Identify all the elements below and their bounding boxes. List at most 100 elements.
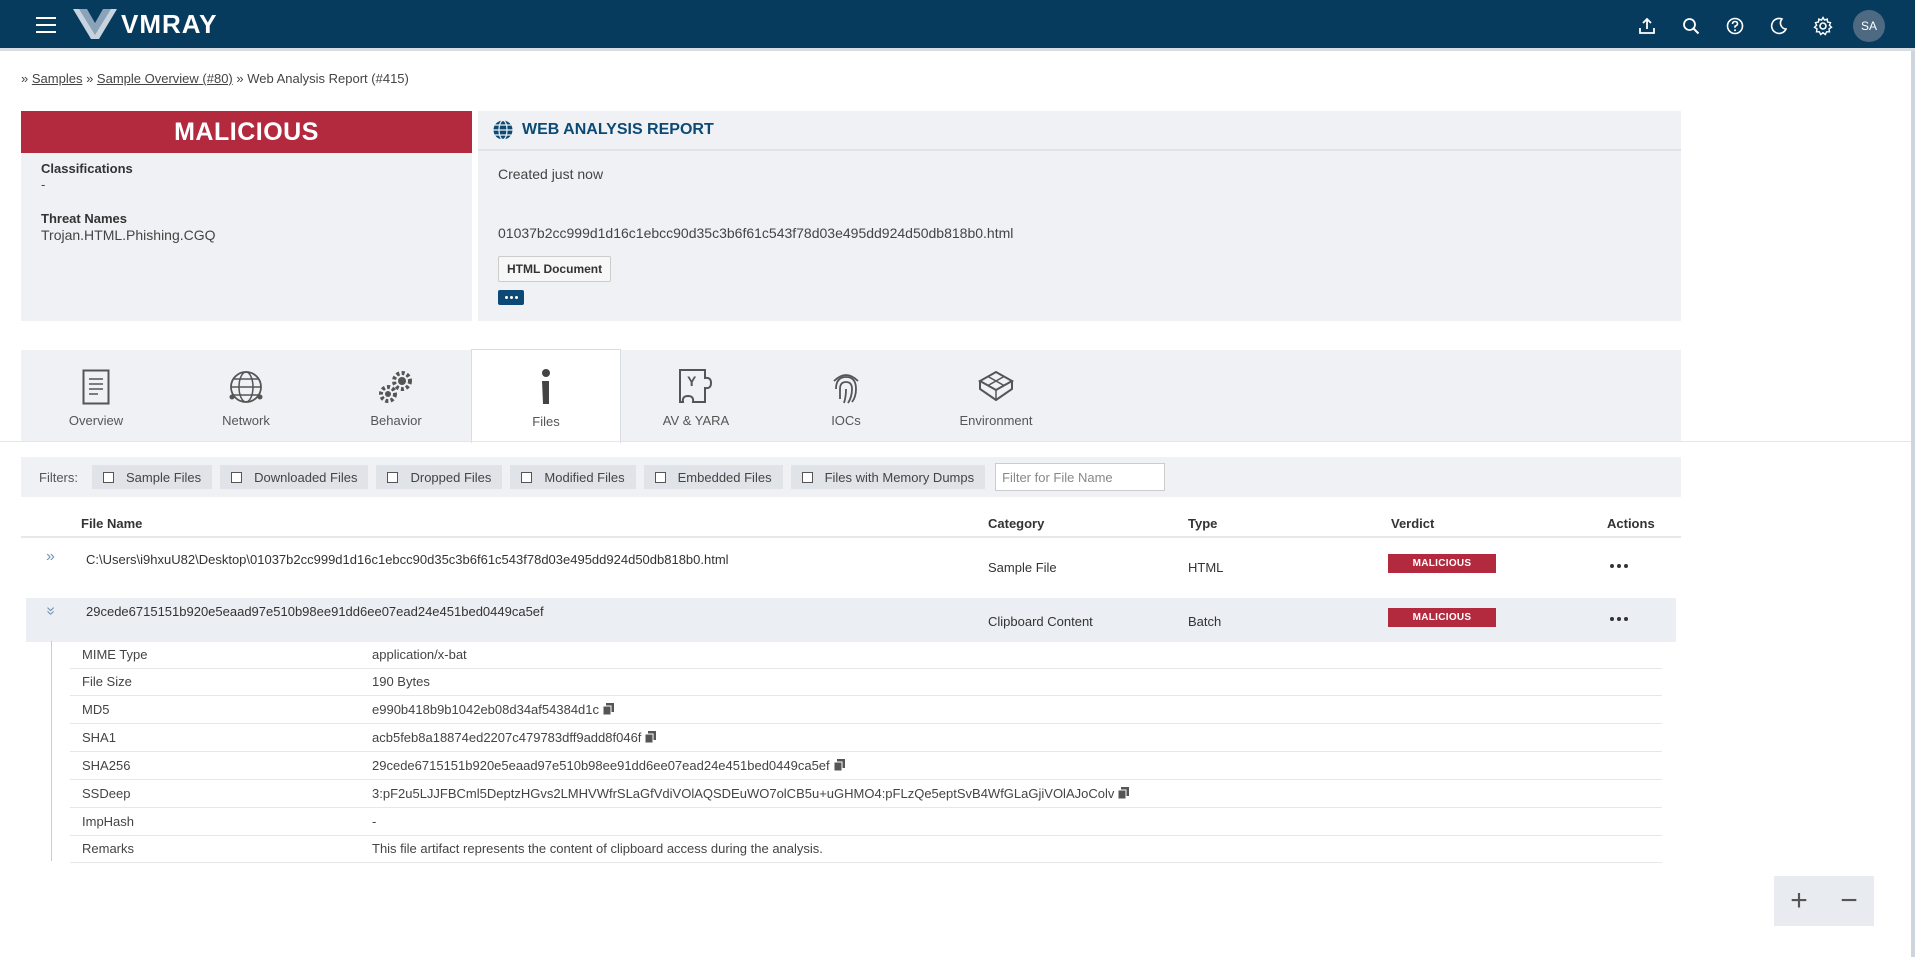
breadcrumb-current: Web Analysis Report (#415) xyxy=(247,71,409,86)
detail-value-wrap: e990b418b9b1042eb08d34af54384d1c xyxy=(372,702,615,717)
logo-text: VMRAY xyxy=(121,8,218,39)
copy-icon[interactable] xyxy=(1118,787,1130,799)
detail-value: acb5feb8a18874ed2207c479783dff9add8f046f xyxy=(372,730,642,745)
detail-value: e990b418b9b1042eb08d34af54384d1c xyxy=(372,702,600,717)
type-cell: HTML xyxy=(1188,560,1224,575)
checkbox[interactable] xyxy=(654,471,666,483)
checkbox[interactable] xyxy=(103,471,114,483)
classifications-value: - xyxy=(41,177,46,192)
detail-value-wrap: acb5feb8a18874ed2207c479783dff9add8f046f xyxy=(372,730,657,745)
expand-row-icon[interactable]: » xyxy=(46,548,55,566)
menu-icon[interactable] xyxy=(36,17,56,33)
svg-text:Y: Y xyxy=(687,373,697,389)
checkbox[interactable] xyxy=(521,471,533,483)
detail-row-remarks: Remarks This file artifact represents th… xyxy=(70,835,1662,863)
verdict-badge: MALICIOUS xyxy=(1388,554,1496,573)
user-avatar[interactable]: SA xyxy=(1853,9,1885,42)
verdict-banner: MALICIOUS xyxy=(21,111,472,153)
filter-label: Files with Memory Dumps xyxy=(824,469,975,485)
tab-iocs[interactable]: IOCs xyxy=(771,350,921,442)
window-edge xyxy=(1911,51,1915,957)
breadcrumb-sample-overview-link[interactable]: Sample Overview (#80) xyxy=(97,71,233,86)
top-navigation-bar: VMRAY SA xyxy=(0,0,1915,51)
more-options-button[interactable] xyxy=(498,290,524,305)
tabs-divider xyxy=(0,441,1915,442)
column-header-type[interactable]: Type xyxy=(1188,516,1217,531)
detail-row-imphash: ImpHash - xyxy=(70,808,1662,836)
filter-embedded-files[interactable]: Embedded Files xyxy=(643,465,783,489)
column-header-category[interactable]: Category xyxy=(988,516,1044,531)
cube-icon xyxy=(977,370,1015,402)
detail-value-wrap: 29cede6715151b920e5eaad97e510b98ee91dd6e… xyxy=(372,758,845,773)
report-panel: WEB ANALYSIS REPORT Created just now 010… xyxy=(478,111,1681,321)
collapse-row-icon[interactable]: » xyxy=(41,607,59,616)
detail-value-wrap: 3:pF2u5LJJFBCml5DeptzHGvs2LMHVWfrSLaGfVd… xyxy=(372,786,1130,801)
detail-row-sha256: SHA256 29cede6715151b920e5eaad97e510b98e… xyxy=(70,752,1662,780)
column-header-file-name[interactable]: File Name xyxy=(81,516,142,531)
copy-icon[interactable] xyxy=(645,731,657,743)
filter-label: Sample Files xyxy=(126,469,202,485)
tab-environment[interactable]: Environment xyxy=(921,350,1071,442)
report-header: WEB ANALYSIS REPORT xyxy=(478,111,1681,151)
detail-label: File Size xyxy=(82,674,132,689)
tab-behavior[interactable]: Behavior xyxy=(321,350,471,442)
filter-downloaded-files[interactable]: Downloaded Files xyxy=(220,465,369,489)
file-name-filter-input[interactable] xyxy=(995,463,1166,491)
fingerprint-icon xyxy=(833,374,859,404)
checkbox[interactable] xyxy=(801,471,813,483)
row-actions-icon[interactable] xyxy=(1610,617,1628,621)
detail-row-mime-type: MIME Type application/x-bat xyxy=(70,641,1662,669)
copy-icon[interactable] xyxy=(603,703,615,715)
tab-label: Overview xyxy=(68,413,124,428)
dark-mode-icon[interactable] xyxy=(1757,4,1801,48)
detail-value: 29cede6715151b920e5eaad97e510b98ee91dd6e… xyxy=(372,758,830,773)
help-icon[interactable] xyxy=(1713,4,1757,48)
breadcrumb-samples-link[interactable]: Samples xyxy=(32,71,83,86)
filter-sample-files[interactable]: Sample Files xyxy=(92,465,213,489)
checkbox[interactable] xyxy=(387,471,399,483)
search-icon[interactable] xyxy=(1669,4,1713,48)
filters-label: Filters: xyxy=(39,469,78,485)
checkbox[interactable] xyxy=(231,471,243,483)
breadcrumb-separator: » xyxy=(21,71,29,86)
detail-row-sha1: SHA1 acb5feb8a18874ed2207c479783dff9add8… xyxy=(70,724,1662,752)
table-row-expanded[interactable]: » 29cede6715151b920e5eaad97e510b98ee91dd… xyxy=(26,598,1676,642)
zoom-in-button[interactable]: + xyxy=(1779,886,1819,916)
tab-label: IOCs xyxy=(831,413,861,428)
copy-icon[interactable] xyxy=(833,759,845,771)
vmray-logo[interactable]: VMRAY xyxy=(73,8,218,40)
tab-label: Files xyxy=(532,414,560,429)
vmray-logo-mark-icon xyxy=(73,9,117,39)
detail-value: - xyxy=(372,814,377,829)
document-icon xyxy=(82,369,110,405)
detail-label: ImpHash xyxy=(82,814,135,829)
tab-overview[interactable]: Overview xyxy=(21,350,171,442)
tab-files[interactable]: Files xyxy=(471,349,621,443)
category-cell: Sample File xyxy=(988,560,1057,575)
detail-value: This file artifact represents the conten… xyxy=(372,841,823,856)
info-icon xyxy=(542,369,550,404)
filter-memory-dumps[interactable]: Files with Memory Dumps xyxy=(790,465,986,489)
column-header-verdict[interactable]: Verdict xyxy=(1391,516,1434,531)
detail-value: application/x-bat xyxy=(372,647,467,662)
upload-icon[interactable] xyxy=(1625,4,1669,48)
tab-av-yara[interactable]: Y AV & YARA xyxy=(621,350,771,442)
row-actions-icon[interactable] xyxy=(1610,564,1628,568)
filter-modified-files[interactable]: Modified Files xyxy=(510,465,636,489)
zoom-out-button[interactable]: − xyxy=(1829,886,1869,916)
settings-icon[interactable] xyxy=(1801,4,1845,48)
file-name-cell: C:\Users\i9hxuU82\Desktop\01037b2cc999d1… xyxy=(86,552,729,567)
filter-label: Modified Files xyxy=(544,469,625,485)
tab-network[interactable]: Network xyxy=(171,350,321,442)
verdict-badge: MALICIOUS xyxy=(1388,608,1496,627)
table-row[interactable]: » C:\Users\i9hxuU82\Desktop\01037b2cc999… xyxy=(26,544,1676,588)
globe-icon xyxy=(229,371,263,403)
file-details: MIME Type application/x-bat File Size 19… xyxy=(51,641,1662,863)
category-cell: Clipboard Content xyxy=(988,614,1093,629)
zoom-controls: + − xyxy=(1774,876,1874,926)
detail-row-md5: MD5 e990b418b9b1042eb08d34af54384d1c xyxy=(70,696,1662,724)
detail-label: SHA256 xyxy=(82,758,131,773)
tab-label: Network xyxy=(222,413,270,428)
gears-icon xyxy=(379,371,412,403)
filter-dropped-files[interactable]: Dropped Files xyxy=(376,465,503,489)
